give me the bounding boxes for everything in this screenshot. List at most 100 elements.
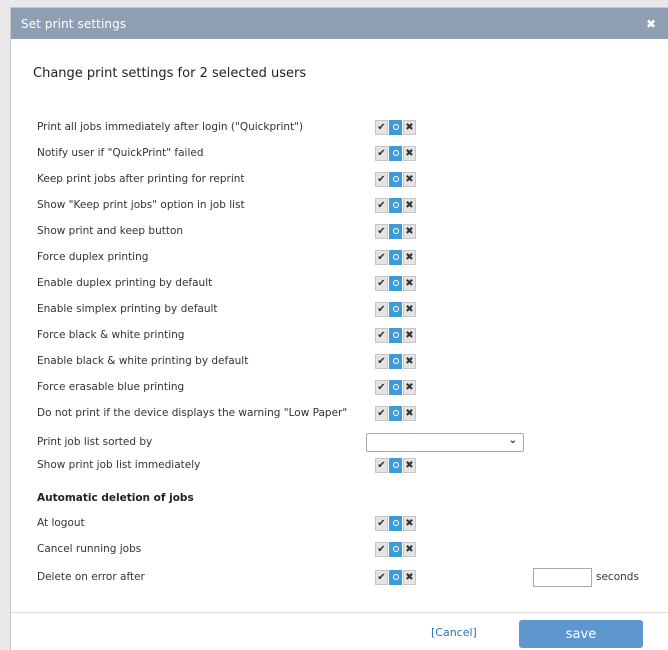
setting-label: Enable black & white printing by default xyxy=(37,355,249,367)
yes-check-icon[interactable]: ✔ xyxy=(375,353,388,369)
yes-check-icon[interactable]: ✔ xyxy=(375,405,388,421)
yes-check-icon[interactable]: ✔ xyxy=(375,569,388,585)
neutral-circle-icon[interactable] xyxy=(389,171,402,187)
yes-check-icon[interactable]: ✔ xyxy=(375,301,388,317)
setting-row: Enable simplex printing by default ✔ ✖ xyxy=(11,298,668,320)
no-x-icon[interactable]: ✖ xyxy=(403,171,416,187)
neutral-circle-icon[interactable] xyxy=(389,457,402,473)
at-logout-toggle: ✔ ✖ xyxy=(375,515,417,531)
yes-check-icon[interactable]: ✔ xyxy=(375,541,388,557)
no-x-icon[interactable]: ✖ xyxy=(403,327,416,343)
setting-label: Keep print jobs after printing for repri… xyxy=(37,173,245,185)
setting-label: Notify user if "QuickPrint" failed xyxy=(37,147,204,159)
setting-toggle: ✔ ✖ xyxy=(375,171,417,187)
setting-toggle: ✔ ✖ xyxy=(375,405,417,421)
no-x-icon[interactable]: ✖ xyxy=(403,301,416,317)
setting-toggle: ✔ ✖ xyxy=(375,275,417,291)
delete-on-error-label: Delete on error after xyxy=(37,571,145,583)
setting-toggle: ✔ ✖ xyxy=(375,379,417,395)
neutral-circle-icon[interactable] xyxy=(389,569,402,585)
yes-check-icon[interactable]: ✔ xyxy=(375,223,388,239)
setting-label: Enable duplex printing by default xyxy=(37,277,213,289)
neutral-circle-icon[interactable] xyxy=(389,197,402,213)
setting-row: Keep print jobs after printing for repri… xyxy=(11,168,668,190)
setting-label: Print all jobs immediately after login (… xyxy=(37,121,304,133)
setting-toggle: ✔ ✖ xyxy=(375,197,417,213)
yes-check-icon[interactable]: ✔ xyxy=(375,197,388,213)
delete-on-error-toggle: ✔ ✖ xyxy=(375,569,417,585)
neutral-circle-icon[interactable] xyxy=(389,223,402,239)
no-x-icon[interactable]: ✖ xyxy=(403,119,416,135)
setting-row: Force black & white printing ✔ ✖ xyxy=(11,324,668,346)
neutral-circle-icon[interactable] xyxy=(389,275,402,291)
seconds-label: seconds xyxy=(596,571,639,583)
yes-check-icon[interactable]: ✔ xyxy=(375,457,388,473)
cancel-running-label: Cancel running jobs xyxy=(37,543,142,555)
neutral-circle-icon[interactable] xyxy=(389,541,402,557)
no-x-icon[interactable]: ✖ xyxy=(403,515,416,531)
setting-toggle: ✔ ✖ xyxy=(375,119,417,135)
yes-check-icon[interactable]: ✔ xyxy=(375,145,388,161)
no-x-icon[interactable]: ✖ xyxy=(403,569,416,585)
chevron-down-icon: ⌄ xyxy=(508,434,517,446)
setting-toggle: ✔ ✖ xyxy=(375,353,417,369)
setting-row: Do not print if the device displays the … xyxy=(11,402,668,424)
setting-row: Print all jobs immediately after login (… xyxy=(11,116,668,138)
neutral-circle-icon[interactable] xyxy=(389,379,402,395)
no-x-icon[interactable]: ✖ xyxy=(403,541,416,557)
no-x-icon[interactable]: ✖ xyxy=(403,379,416,395)
no-x-icon[interactable]: ✖ xyxy=(403,249,416,265)
sort-row: Print job list sorted by ⌄ xyxy=(11,431,668,453)
yes-check-icon[interactable]: ✔ xyxy=(375,119,388,135)
at-logout-label: At logout xyxy=(37,517,85,529)
neutral-circle-icon[interactable] xyxy=(389,327,402,343)
setting-label: Force black & white printing xyxy=(37,329,185,341)
cancel-link[interactable]: [Cancel] xyxy=(431,626,477,639)
neutral-circle-icon[interactable] xyxy=(389,405,402,421)
setting-toggle: ✔ ✖ xyxy=(375,327,417,343)
no-x-icon[interactable]: ✖ xyxy=(403,197,416,213)
no-x-icon[interactable]: ✖ xyxy=(403,145,416,161)
setting-label: Do not print if the device displays the … xyxy=(37,407,348,419)
yes-check-icon[interactable]: ✔ xyxy=(375,379,388,395)
setting-label: Show "Keep print jobs" option in job lis… xyxy=(37,199,245,211)
yes-check-icon[interactable]: ✔ xyxy=(375,327,388,343)
setting-row: Show "Keep print jobs" option in job lis… xyxy=(11,194,668,216)
setting-toggle: ✔ ✖ xyxy=(375,145,417,161)
neutral-circle-icon[interactable] xyxy=(389,515,402,531)
no-x-icon[interactable]: ✖ xyxy=(403,353,416,369)
no-x-icon[interactable]: ✖ xyxy=(403,405,416,421)
neutral-circle-icon[interactable] xyxy=(389,301,402,317)
neutral-circle-icon[interactable] xyxy=(389,353,402,369)
yes-check-icon[interactable]: ✔ xyxy=(375,249,388,265)
dialog-titlebar: Set print settings ✖ xyxy=(11,8,668,39)
setting-label: Show print and keep button xyxy=(37,225,184,237)
show-list-row: Show print job list immediately ✔ ✖ xyxy=(11,454,668,476)
dialog-title: Set print settings xyxy=(21,16,127,31)
no-x-icon[interactable]: ✖ xyxy=(403,223,416,239)
show-list-label: Show print job list immediately xyxy=(37,459,201,471)
at-logout-row: At logout ✔ ✖ xyxy=(11,512,668,534)
setting-toggle: ✔ ✖ xyxy=(375,301,417,317)
neutral-circle-icon[interactable] xyxy=(389,119,402,135)
setting-row: Show print and keep button ✔ ✖ xyxy=(11,220,668,242)
no-x-icon[interactable]: ✖ xyxy=(403,275,416,291)
neutral-circle-icon[interactable] xyxy=(389,249,402,265)
yes-check-icon[interactable]: ✔ xyxy=(375,515,388,531)
setting-row: Enable duplex printing by default ✔ ✖ xyxy=(11,272,668,294)
setting-label: Enable simplex printing by default xyxy=(37,303,218,315)
delete-on-error-row: Delete on error after ✔ ✖ seconds xyxy=(11,566,668,588)
yes-check-icon[interactable]: ✔ xyxy=(375,171,388,187)
setting-toggle: ✔ ✖ xyxy=(375,223,417,239)
close-icon[interactable]: ✖ xyxy=(646,17,656,31)
seconds-input[interactable] xyxy=(533,567,592,587)
setting-label: Force erasable blue printing xyxy=(37,381,185,393)
setting-row: Notify user if "QuickPrint" failed ✔ ✖ xyxy=(11,142,668,164)
setting-toggle: ✔ ✖ xyxy=(375,249,417,265)
no-x-icon[interactable]: ✖ xyxy=(403,457,416,473)
setting-row: Force erasable blue printing ✔ ✖ xyxy=(11,376,668,398)
yes-check-icon[interactable]: ✔ xyxy=(375,275,388,291)
save-button[interactable]: save xyxy=(519,620,643,648)
neutral-circle-icon[interactable] xyxy=(389,145,402,161)
sort-select[interactable]: ⌄ xyxy=(366,432,524,452)
